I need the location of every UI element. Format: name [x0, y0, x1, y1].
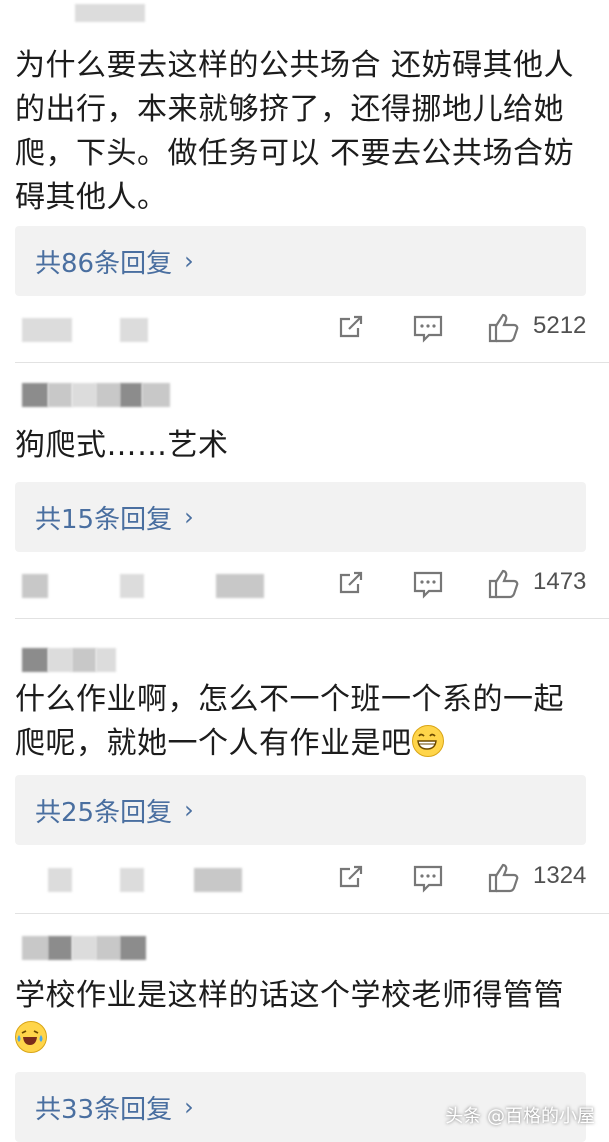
- comment-text: 狗爬式……艺术: [15, 428, 229, 463]
- view-replies-button[interactable]: 共15条回复 ›: [15, 482, 586, 552]
- timestamp-blurred: [22, 574, 48, 598]
- like-count: 1473: [533, 568, 587, 595]
- comment-actions: 1473: [0, 566, 609, 606]
- timestamp-blurred: [22, 318, 72, 342]
- thumbs-up-icon[interactable]: [487, 862, 521, 898]
- like-count: 1324: [533, 862, 587, 889]
- chevron-right-icon: ›: [184, 796, 194, 824]
- comment-actions: 1324: [0, 860, 609, 900]
- device-blurred: [194, 868, 242, 892]
- share-icon[interactable]: [336, 568, 366, 602]
- like-count: 5212: [533, 312, 587, 339]
- replies-count-label: 共15条回复: [35, 504, 173, 535]
- comment-actions: 5212: [0, 310, 609, 350]
- comment-divider: [15, 913, 609, 914]
- watermark: 头条 @百格的小屋: [445, 1106, 595, 1127]
- share-icon[interactable]: [336, 862, 366, 896]
- grinning-emoji-icon: [411, 725, 444, 757]
- comment-text: 为什么要去这样的公共场合 还妨碍其他人的出行，本来就够挤了，还得挪地儿给她爬，下…: [15, 48, 575, 215]
- comment-icon[interactable]: [412, 862, 444, 898]
- timestamp-blurred: [48, 868, 72, 892]
- view-replies-button[interactable]: 共86条回复 ›: [15, 226, 586, 296]
- laughing-crying-emoji-icon: [15, 1021, 47, 1053]
- chevron-right-icon: ›: [184, 247, 194, 275]
- thumbs-up-icon[interactable]: [487, 312, 521, 348]
- device-blurred: [216, 574, 264, 598]
- location-blurred: [120, 574, 144, 598]
- location-blurred: [120, 868, 144, 892]
- username-blurred[interactable]: [22, 936, 146, 962]
- replies-count-label: 共86条回复: [35, 248, 173, 279]
- chevron-right-icon: ›: [184, 1093, 194, 1121]
- comment-icon[interactable]: [412, 568, 444, 604]
- comment-divider: [15, 362, 609, 363]
- comment-divider: [15, 618, 609, 619]
- share-icon[interactable]: [336, 312, 366, 346]
- replies-count-label: 共33条回复: [35, 1094, 173, 1125]
- thumbs-up-icon[interactable]: [487, 568, 521, 604]
- comment-text: 学校作业是这样的话这个学校老师得管管: [15, 974, 575, 1062]
- comment-icon[interactable]: [412, 312, 444, 348]
- location-blurred: [120, 318, 148, 342]
- username-blurred[interactable]: [75, 4, 145, 30]
- username-blurred[interactable]: [22, 648, 116, 674]
- username-blurred[interactable]: [22, 383, 170, 409]
- comment-text: 什么作业啊，怎么不一个班一个系的一起爬呢，就她一个人有作业是吧: [15, 682, 564, 761]
- view-replies-button[interactable]: 共25条回复 ›: [15, 775, 586, 845]
- chevron-right-icon: ›: [184, 503, 194, 531]
- replies-count-label: 共25条回复: [35, 797, 173, 828]
